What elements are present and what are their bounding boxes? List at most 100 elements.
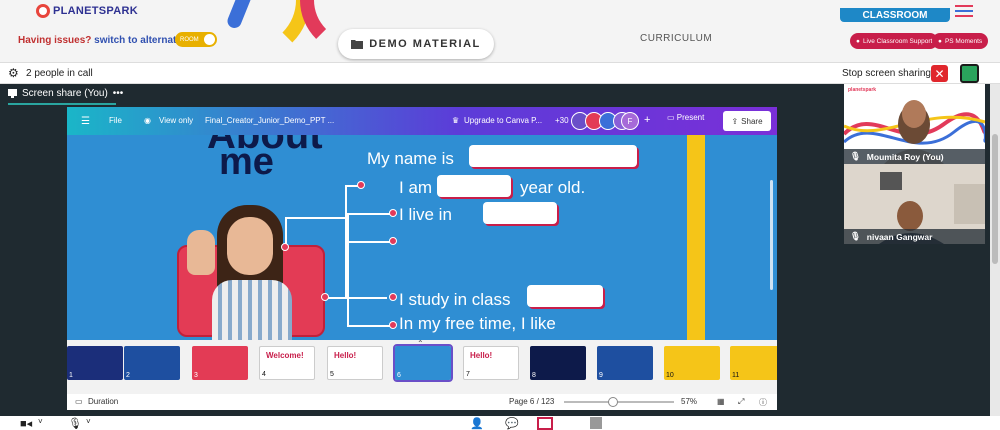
thumbnail-number: 1 [69,372,73,379]
slide-thumbnail[interactable]: 10 [664,346,720,380]
slide-thumbnail[interactable]: 11 [730,346,777,380]
participant-name: nivaan Gangwar [866,231,933,242]
thumbnail-number: 6 [397,372,401,379]
thumbnail-number: 8 [532,372,536,379]
live-support-label: Live Classroom Support [862,37,933,45]
slide-thumbnail[interactable]: 1 [67,346,123,380]
add-collaborator-icon[interactable]: + [644,114,650,126]
avatar[interactable]: F [621,112,639,130]
help-icon[interactable]: ⓘ [759,397,767,408]
page-indicator: Page 6 / 123 [509,397,555,406]
share-label: Share [741,116,763,126]
connector-line [285,217,345,219]
slide-thumbnail[interactable]: Hello! 7 [463,346,519,380]
duration-icon[interactable]: ▭ [75,397,83,406]
grid-view-icon[interactable]: ▦ [717,397,725,406]
slide-scrollbar[interactable] [770,180,773,290]
demo-material-button[interactable]: DEMO MATERIAL [338,29,494,59]
demo-material-label: DEMO MATERIAL [369,38,481,50]
share-button[interactable]: ⇪ Share [723,111,771,131]
slide-text-age: I am [399,178,433,197]
participant-video-remote[interactable]: 🎙 nivaan Gangwar [844,164,985,244]
connector-line [347,213,349,325]
screen-share-off-icon[interactable] [537,417,553,430]
slide-thumbnail[interactable]: 6 [393,344,453,382]
camera-icon: ● [938,37,942,45]
slide-text-name: My name is [367,149,454,168]
girl-face [227,217,273,275]
microphone-icon[interactable]: 🎙 [68,417,82,430]
slide-text-hobby: In my free time, I like [399,314,556,333]
slide-thumbnail[interactable]: 2 [124,346,180,380]
thumbnail-number: 5 [330,371,334,378]
hamburger-icon[interactable]: ☰ [81,116,90,127]
gear-icon[interactable]: ⚙ [8,66,19,80]
connector-dot [357,181,365,189]
call-controls: ■◂ ˅ 🎙 ˅ 👤 💬 [0,416,1000,430]
support-icon: ● [856,37,860,45]
screen-share-toggle[interactable] [960,64,979,83]
mic-icon: 🎙 [850,151,861,161]
thumbnail-heading: Hello! [470,351,493,360]
slide-thumbnail[interactable]: Welcome! 4 [259,346,315,380]
active-tab-indicator [8,103,116,105]
fullscreen-icon[interactable]: ⤢ [738,397,744,407]
screen-share-label: Screen share (You) [22,88,108,99]
thumbnail-heading: Hello! [334,351,357,360]
page-scrollbar[interactable] [990,84,1000,416]
planetspark-logo[interactable]: PLANETSPARK [36,4,138,18]
connector-dot [389,237,397,245]
view-only-label[interactable]: View only [159,116,193,125]
slide-thumbnail-strip: ⌃ 1 2 3 Welcome! 4 Hello! 5 6 Hello! 7 8 9 10 11 [67,339,777,394]
scrollbar-thumb[interactable] [992,134,998,264]
more-options-icon[interactable]: ••• [113,88,124,99]
slide-text-year: year old. [520,178,586,197]
live-support-button[interactable]: ● Live Classroom Support [850,33,939,49]
curriculum-tab[interactable]: CURRICULUM [640,33,712,44]
participant-label: 🎙 nivaan Gangwar [844,229,985,244]
present-button[interactable]: ▭ Present [667,113,704,122]
slide-thumbnail[interactable]: 9 [597,346,653,380]
collaborator-count[interactable]: +30 [555,116,569,125]
slide-thumbnail[interactable]: Hello! 5 [327,346,383,380]
duration-button[interactable]: Duration [88,397,118,406]
age-fill-box [437,175,511,197]
close-icon: ✕ [934,66,945,81]
menu-icon[interactable] [955,5,973,17]
slide-thumbnail[interactable]: 8 [530,346,586,380]
whiteboard-icon[interactable] [590,417,602,429]
connector-dot [389,321,397,329]
slide-title-me: me [219,141,274,183]
slide-text-city: I live in [399,205,452,224]
file-menu[interactable]: File [109,116,122,125]
name-fill-box [469,145,637,167]
chat-icon[interactable]: 💬 [505,417,519,430]
connector-line [325,297,387,299]
canva-toolbar: ☰ File ◉ View only Final_Creator_Junior_… [67,107,777,135]
participants-icon[interactable]: 👤 [470,417,484,430]
camera-icon[interactable]: ■◂ [20,417,32,430]
stop-sharing-button[interactable]: ✕ [931,65,948,82]
zoom-slider[interactable] [564,397,674,407]
connector-line [347,213,393,215]
ps-moments-button[interactable]: ● PS Moments [932,33,989,49]
classroom-tab[interactable]: CLASSROOM [840,8,950,22]
room-toggle[interactable]: ROOM [175,32,217,47]
canva-footer: ▭ Duration Page 6 / 123 57% ▦ ⤢ ⓘ [67,394,777,410]
zoom-slider-knob[interactable] [608,397,618,407]
decorative-arc [190,0,310,60]
screen-share-tab[interactable]: Screen share (You) ••• [8,88,124,105]
thumbnail-number: 4 [262,371,266,378]
upgrade-button[interactable]: Upgrade to Canva P... [464,116,542,125]
connector-dot [389,209,397,217]
thumbnail-number: 7 [466,371,470,378]
present-label: Present [676,113,705,122]
slide-thumbnail[interactable]: 3 [192,346,248,380]
chevron-down-icon[interactable]: ˅ [86,417,91,426]
logo-text: PLANETSPARK [53,5,138,17]
document-title[interactable]: Final_Creator_Junior_Demo_PPT ... [205,116,334,125]
issues-text: Having issues? [18,35,92,46]
participant-video-self[interactable]: planetspark 🎙 Moumita Roy (You) [844,84,985,164]
chevron-down-icon[interactable]: ˅ [38,417,43,426]
slide-text-class: I study in class [399,290,511,309]
